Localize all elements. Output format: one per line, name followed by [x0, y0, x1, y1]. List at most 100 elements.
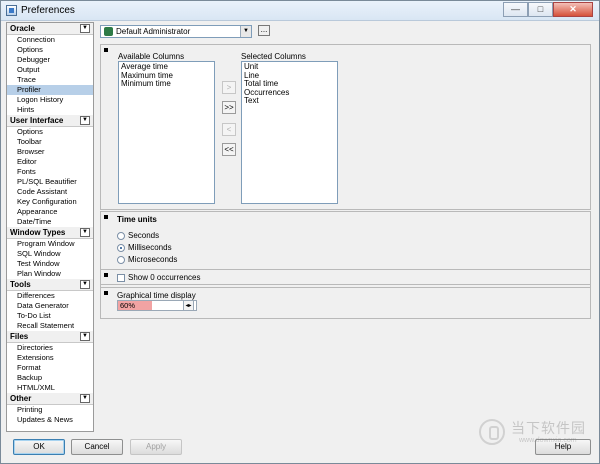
preferences-window: Preferences — □ ✕ Oracle ▼ Connection Op… — [0, 0, 600, 464]
group-title: Tools — [10, 280, 31, 289]
group-header-files[interactable]: Files ▼ — [7, 331, 93, 343]
color-swatch: 60% — [118, 301, 152, 310]
selected-columns-list[interactable]: Unit Line Total time Occurrences Text — [241, 61, 338, 204]
radio-button[interactable] — [117, 255, 125, 264]
collapse-icon[interactable]: ▼ — [80, 280, 90, 289]
sidebar-item-test-window[interactable]: Test Window — [7, 259, 93, 269]
group-title: Files — [10, 332, 29, 341]
group-title: Other — [10, 394, 32, 403]
sidebar-item-sql-window[interactable]: SQL Window — [7, 249, 93, 259]
sidebar-item-appearance[interactable]: Appearance — [7, 207, 93, 217]
group-header-tools[interactable]: Tools ▼ — [7, 279, 93, 291]
sidebar-item-connection[interactable]: Connection — [7, 35, 93, 45]
sidebar-item-debugger[interactable]: Debugger — [7, 55, 93, 65]
sidebar-item-recall-statement[interactable]: Recall Statement — [7, 321, 93, 331]
occurrences-panel: Show 0 occurrences — [100, 269, 591, 285]
radio-milliseconds[interactable]: Milliseconds — [117, 242, 172, 253]
sidebar-item-browser[interactable]: Browser — [7, 147, 93, 157]
group-header-user-interface[interactable]: User Interface ▼ — [7, 115, 93, 127]
sidebar-item-output[interactable]: Output — [7, 65, 93, 75]
sidebar-item-trace[interactable]: Trace — [7, 75, 93, 85]
sidebar-item-code-assistant[interactable]: Code Assistant — [7, 187, 93, 197]
sidebar-item-printing[interactable]: Printing — [7, 405, 93, 415]
list-item[interactable]: Text — [244, 96, 335, 106]
watermark: 当下软件园 www.downxia.com — [479, 418, 591, 451]
maximize-button[interactable]: □ — [528, 2, 553, 17]
radio-label: Milliseconds — [128, 243, 172, 252]
available-columns-list[interactable]: Average time Maximum time Minimum time — [118, 61, 215, 204]
sidebar-item-hints[interactable]: Hints — [7, 105, 93, 115]
radio-label: Microseconds — [128, 255, 178, 264]
title-bar: Preferences — □ ✕ — [1, 1, 599, 21]
radio-button[interactable] — [117, 231, 125, 240]
close-button[interactable]: ✕ — [553, 2, 593, 17]
graphical-time-label: Graphical time display — [117, 291, 196, 300]
watermark-text: 当下软件园 — [511, 421, 586, 437]
minimize-button[interactable]: — — [503, 2, 528, 17]
sidebar-item-format[interactable]: Format — [7, 363, 93, 373]
available-columns-label: Available Columns — [118, 52, 185, 61]
window-title: Preferences — [21, 5, 75, 16]
graphical-time-panel: Graphical time display 60% ◂▸ — [100, 287, 591, 319]
show-zero-occurrences-checkbox[interactable]: Show 0 occurrences — [117, 272, 200, 283]
collapse-icon[interactable]: ▼ — [80, 394, 90, 403]
watermark-url: www.downxia.com — [519, 437, 577, 444]
sidebar-item-date-time[interactable]: Date/Time — [7, 217, 93, 227]
sidebar-item-updates-news[interactable]: Updates & News — [7, 415, 93, 425]
collapse-icon[interactable]: ▼ — [80, 24, 90, 33]
sidebar-item-directories[interactable]: Directories — [7, 343, 93, 353]
section-marker — [104, 215, 108, 219]
radio-button[interactable] — [117, 243, 125, 252]
sidebar-item-plsql-beautifier[interactable]: PL/SQL Beautifier — [7, 177, 93, 187]
sidebar-item-data-generator[interactable]: Data Generator — [7, 301, 93, 311]
sidebar-item-plan-window[interactable]: Plan Window — [7, 269, 93, 279]
apply-button[interactable]: Apply — [130, 439, 182, 455]
sidebar-item-toolbar[interactable]: Toolbar — [7, 137, 93, 147]
sidebar-item-editor[interactable]: Editor — [7, 157, 93, 167]
collapse-icon[interactable]: ▼ — [80, 332, 90, 341]
time-units-title: Time units — [117, 215, 157, 224]
chevron-down-icon[interactable]: ▼ — [240, 26, 251, 37]
sidebar-item-ui-options[interactable]: Options — [7, 127, 93, 137]
group-header-oracle[interactable]: Oracle ▼ — [7, 23, 93, 35]
section-marker — [104, 48, 108, 52]
sidebar-item-backup[interactable]: Backup — [7, 373, 93, 383]
sidebar-item-extensions[interactable]: Extensions — [7, 353, 93, 363]
list-item[interactable]: Minimum time — [121, 79, 212, 89]
profile-more-button[interactable]: ... — [258, 25, 270, 36]
collapse-icon[interactable]: ▼ — [80, 228, 90, 237]
ok-button[interactable]: OK — [13, 439, 65, 455]
remove-all-columns-button[interactable]: << — [222, 143, 236, 156]
radio-microseconds[interactable]: Microseconds — [117, 254, 177, 265]
group-header-window-types[interactable]: Window Types ▼ — [7, 227, 93, 239]
window-controls: — □ ✕ — [503, 2, 593, 17]
color-spinner[interactable]: ◂▸ — [183, 300, 194, 311]
sidebar-item-logon-history[interactable]: Logon History — [7, 95, 93, 105]
columns-panel: Available Columns Average time Maximum t… — [100, 44, 591, 210]
group-header-other[interactable]: Other ▼ — [7, 393, 93, 405]
collapse-icon[interactable]: ▼ — [80, 116, 90, 125]
user-icon — [104, 27, 113, 36]
add-column-button[interactable]: > — [222, 81, 236, 94]
sidebar-item-html-xml[interactable]: HTML/XML — [7, 383, 93, 393]
checkbox-label: Show 0 occurrences — [128, 273, 201, 282]
sidebar-item-profiler[interactable]: Profiler — [7, 85, 93, 95]
selected-columns-label: Selected Columns — [241, 52, 306, 61]
section-marker — [104, 291, 108, 295]
profile-select-value: Default Administrator — [116, 27, 191, 36]
sidebar-item-options[interactable]: Options — [7, 45, 93, 55]
group-title: User Interface — [10, 116, 64, 125]
checkbox[interactable] — [117, 273, 125, 282]
sidebar-item-key-configuration[interactable]: Key Configuration — [7, 197, 93, 207]
remove-column-button[interactable]: < — [222, 123, 236, 136]
cancel-button[interactable]: Cancel — [71, 439, 123, 455]
add-all-columns-button[interactable]: >> — [222, 101, 236, 114]
radio-label: Seconds — [128, 231, 160, 240]
profiler-settings: Default Administrator ▼ ... Available Co… — [97, 22, 595, 432]
sidebar-item-differences[interactable]: Differences — [7, 291, 93, 301]
radio-seconds[interactable]: Seconds — [117, 230, 159, 241]
sidebar-item-fonts[interactable]: Fonts — [7, 167, 93, 177]
sidebar-item-todo-list[interactable]: To-Do List — [7, 311, 93, 321]
profile-select[interactable]: Default Administrator ▼ — [100, 25, 252, 38]
sidebar-item-program-window[interactable]: Program Window — [7, 239, 93, 249]
